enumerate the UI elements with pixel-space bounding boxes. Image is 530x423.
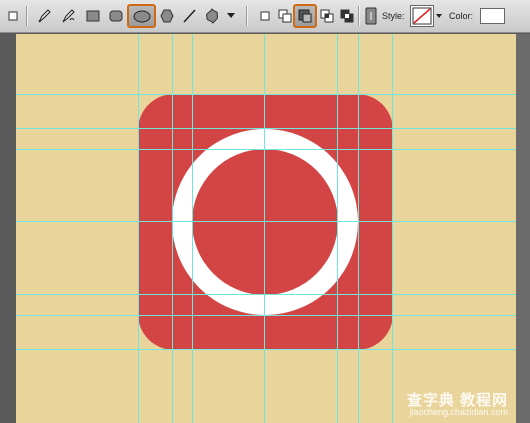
vertical-guide[interactable]: [264, 34, 265, 423]
vertical-guide[interactable]: [138, 34, 139, 423]
subtract-icon[interactable]: [293, 4, 317, 28]
document-canvas[interactable]: 查字典 教程网 jiaocheng.chazidian.com: [16, 34, 516, 423]
horizontal-guide[interactable]: [16, 349, 516, 350]
horizontal-guide[interactable]: [16, 221, 516, 222]
options-toolbar: Style: Color:: [0, 0, 530, 33]
horizontal-guide[interactable]: [16, 315, 516, 316]
toolbar-separator: [246, 6, 248, 26]
shape-dropdown-arrow-icon[interactable]: [224, 5, 238, 27]
horizontal-guide[interactable]: [16, 128, 516, 129]
watermark: 查字典 教程网 jiaocheng.chazidian.com: [407, 393, 508, 417]
color-label: Color:: [449, 11, 474, 21]
vertical-guide[interactable]: [358, 34, 359, 423]
freeform-pen-icon[interactable]: [58, 5, 78, 27]
vertical-guide[interactable]: [172, 34, 173, 423]
line-icon[interactable]: [180, 5, 198, 27]
rectangle-shape-icon[interactable]: [84, 5, 102, 27]
vertical-guide[interactable]: [337, 34, 338, 423]
horizontal-guide[interactable]: [16, 294, 516, 295]
watermark-main: 查字典 教程网: [406, 392, 508, 409]
canvas-right-margin: [516, 34, 530, 423]
add-to-shape-icon[interactable]: [276, 5, 294, 27]
custom-shape-icon[interactable]: [202, 5, 222, 27]
intersect-icon[interactable]: [318, 5, 336, 27]
pen-icon[interactable]: [34, 5, 54, 27]
new-layer-icon[interactable]: [257, 5, 273, 27]
horizontal-guide[interactable]: [16, 149, 516, 150]
ring-inner-cutout: [192, 149, 338, 295]
ellipse-icon[interactable]: [127, 4, 156, 28]
toolbar-separator: [26, 6, 28, 26]
link-layer-icon[interactable]: [363, 5, 379, 27]
watermark-sub: jiaocheng.chazidian.com: [409, 407, 508, 417]
rectangle-marquee-icon[interactable]: [6, 5, 20, 27]
polygon-icon[interactable]: [158, 5, 176, 27]
toolbar-separator: [358, 6, 360, 26]
vertical-guide[interactable]: [392, 34, 393, 423]
style-picker[interactable]: [410, 5, 434, 27]
vertical-guide[interactable]: [192, 34, 193, 423]
rounded-rectangle-icon[interactable]: [107, 5, 125, 27]
exclude-icon[interactable]: [338, 5, 356, 27]
style-dropdown-arrow-icon[interactable]: [434, 5, 444, 27]
fill-color-swatch[interactable]: [480, 8, 505, 24]
style-label: Style:: [382, 11, 405, 21]
horizontal-guide[interactable]: [16, 94, 516, 95]
